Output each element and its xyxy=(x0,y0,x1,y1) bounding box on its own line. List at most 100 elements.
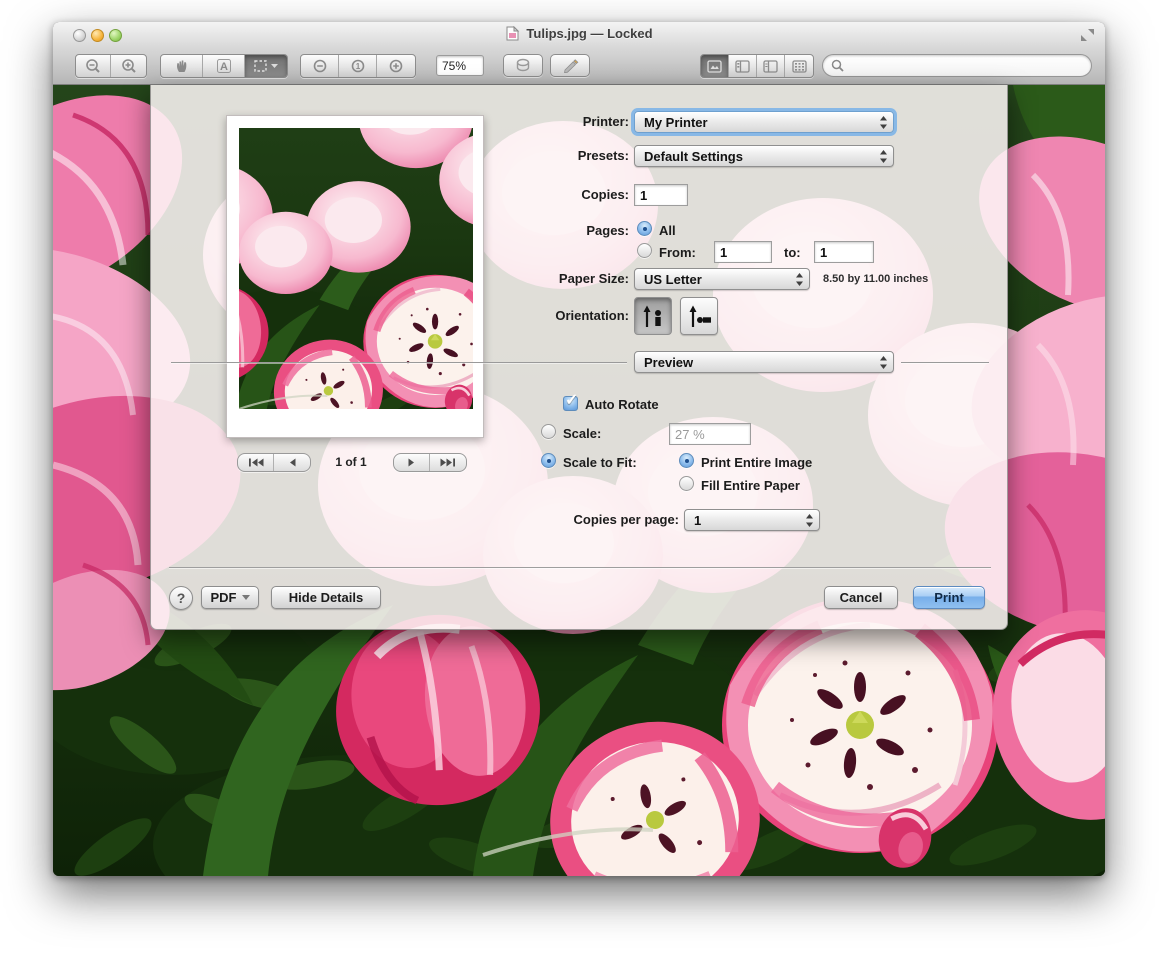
zoom-out-button[interactable] xyxy=(76,55,111,77)
pages-to-label: to: xyxy=(784,245,801,260)
table-of-contents-view-button[interactable] xyxy=(757,55,785,77)
printer-label: Printer: xyxy=(429,114,629,129)
zoom-in-button[interactable] xyxy=(111,55,146,77)
actual-size-button[interactable]: 1 xyxy=(339,55,377,77)
next-page-button[interactable] xyxy=(394,454,430,471)
pages-all-label: All xyxy=(659,223,676,238)
preview-app-window: Tulips.jpg — Locked A xyxy=(53,22,1105,876)
zoom-out-view-button[interactable] xyxy=(301,55,339,77)
cancel-button[interactable]: Cancel xyxy=(824,586,898,609)
auto-rotate-checkbox[interactable]: ✓ xyxy=(563,396,578,411)
svg-text:A: A xyxy=(220,61,228,73)
tool-segment: A xyxy=(160,54,288,78)
page-nav-forward-group xyxy=(393,453,467,472)
pages-from-label: From: xyxy=(659,245,696,260)
pages-from-field[interactable] xyxy=(714,241,772,263)
search-icon xyxy=(831,59,844,72)
window-title: Tulips.jpg — Locked xyxy=(526,26,652,41)
markup-pencil-button[interactable] xyxy=(550,54,590,77)
select-tool-button[interactable] xyxy=(245,55,287,77)
footer-divider xyxy=(169,567,991,568)
copies-per-page-label: Copies per page: xyxy=(479,512,679,527)
document-canvas: 1 of 1 Printer: My Printer Presets: Defa… xyxy=(53,85,1105,876)
presets-label: Presets: xyxy=(429,148,629,163)
print-entire-image-label: Print Entire Image xyxy=(701,455,812,470)
pages-all-radio[interactable] xyxy=(637,221,652,236)
hide-details-label: Hide Details xyxy=(289,590,363,605)
orientation-label: Orientation: xyxy=(429,308,629,323)
zoom-window-button[interactable] xyxy=(109,29,122,42)
stepper-arrows-icon xyxy=(795,273,804,289)
document-icon xyxy=(505,26,520,41)
presets-select[interactable]: Default Settings xyxy=(634,145,894,167)
search-input[interactable] xyxy=(849,58,1069,74)
sidebar-zoom-segment xyxy=(75,54,147,78)
stepper-arrows-icon xyxy=(879,116,888,132)
page-indicator: 1 of 1 xyxy=(311,455,391,469)
print-dialog-sheet: 1 of 1 Printer: My Printer Presets: Defa… xyxy=(150,85,1008,630)
paper-size-select[interactable]: US Letter xyxy=(634,268,810,290)
zoom-in-view-button[interactable] xyxy=(377,55,415,77)
minimize-button[interactable] xyxy=(91,29,104,42)
first-page-button[interactable] xyxy=(238,454,274,471)
scale-to-fit-label: Scale to Fit: xyxy=(563,455,637,470)
stepper-arrows-icon xyxy=(879,150,888,166)
help-label: ? xyxy=(177,590,186,606)
zoom-level-field[interactable] xyxy=(436,55,484,76)
pages-range-radio[interactable] xyxy=(637,243,652,258)
scale-to-fit-radio[interactable] xyxy=(541,453,556,468)
content-only-view-button[interactable] xyxy=(701,55,729,77)
orientation-landscape-button[interactable] xyxy=(680,297,718,335)
previous-page-button[interactable] xyxy=(274,454,310,471)
search-field[interactable] xyxy=(822,54,1092,77)
orientation-portrait-button[interactable] xyxy=(634,297,672,335)
copies-per-page-value: 1 xyxy=(694,513,701,528)
hide-details-button[interactable]: Hide Details xyxy=(271,586,381,609)
chevron-down-icon xyxy=(242,595,250,600)
copies-label: Copies: xyxy=(429,187,629,202)
paper-size-value: US Letter xyxy=(644,272,702,287)
scale-label: Scale: xyxy=(563,426,601,441)
section-divider-left xyxy=(171,362,627,363)
contact-sheet-view-button[interactable] xyxy=(785,55,813,77)
printer-value: My Printer xyxy=(644,115,708,130)
svg-text:1: 1 xyxy=(355,62,360,71)
print-button-toolbar[interactable] xyxy=(503,54,543,77)
close-button[interactable] xyxy=(73,29,86,42)
print-entire-image-radio[interactable] xyxy=(679,453,694,468)
view-zoom-segment: 1 xyxy=(300,54,416,78)
toolbar: A 1 xyxy=(53,48,1105,85)
fullscreen-icon[interactable] xyxy=(1079,28,1095,42)
copies-field[interactable] xyxy=(634,184,688,206)
print-label: Print xyxy=(934,590,964,605)
last-page-button[interactable] xyxy=(430,454,466,471)
move-tool-button[interactable] xyxy=(161,55,203,77)
paper-size-label: Paper Size: xyxy=(429,271,629,286)
section-select[interactable]: Preview xyxy=(634,351,894,373)
checkmark-icon: ✓ xyxy=(565,390,578,410)
stepper-arrows-icon xyxy=(879,356,888,372)
landscape-orientation-icon xyxy=(686,303,712,329)
stepper-arrows-icon xyxy=(805,514,814,530)
scale-radio[interactable] xyxy=(541,424,556,439)
print-button[interactable]: Print xyxy=(913,586,985,609)
scale-field[interactable] xyxy=(669,423,751,445)
pages-to-field[interactable] xyxy=(814,241,874,263)
fill-entire-paper-radio[interactable] xyxy=(679,476,694,491)
auto-rotate-label: Auto Rotate xyxy=(585,397,659,412)
printer-select[interactable]: My Printer xyxy=(634,111,894,133)
titlebar[interactable]: Tulips.jpg — Locked xyxy=(53,22,1105,48)
section-value: Preview xyxy=(644,355,693,370)
pdf-menu-button[interactable]: PDF xyxy=(201,586,259,609)
section-divider-right xyxy=(901,362,989,363)
cancel-label: Cancel xyxy=(840,590,883,605)
page-nav-back-group xyxy=(237,453,311,472)
thumbnails-view-button[interactable] xyxy=(729,55,757,77)
copies-per-page-select[interactable]: 1 xyxy=(684,509,820,531)
portrait-orientation-icon xyxy=(640,303,666,329)
pdf-label: PDF xyxy=(211,590,237,605)
help-button[interactable]: ? xyxy=(169,586,193,610)
text-tool-button[interactable]: A xyxy=(203,55,245,77)
pages-label: Pages: xyxy=(429,223,629,238)
presets-value: Default Settings xyxy=(644,149,743,164)
